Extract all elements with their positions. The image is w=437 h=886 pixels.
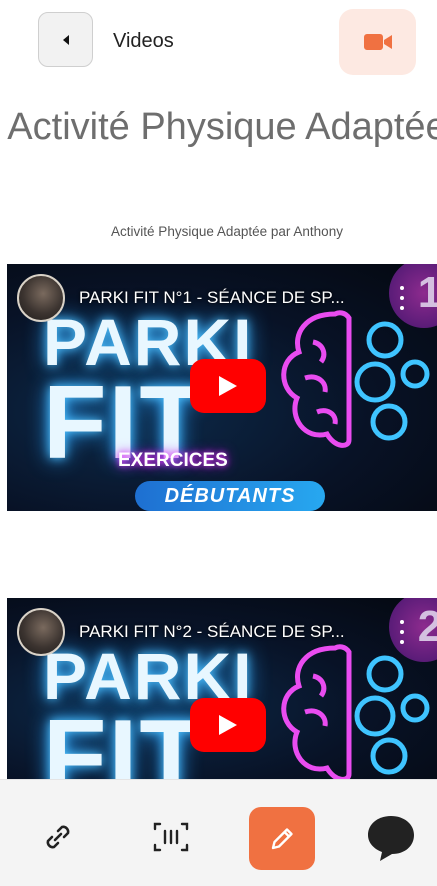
video-button[interactable] (339, 9, 416, 75)
channel-avatar[interactable] (17, 274, 65, 322)
more-options-icon[interactable] (399, 286, 405, 310)
play-icon (219, 715, 237, 735)
chat-icon (368, 816, 414, 861)
back-arrow-icon (62, 34, 69, 45)
video-title-2[interactable]: PARKI FIT N°2 - SÉANCE DE SP... (79, 622, 345, 642)
channel-avatar[interactable] (17, 608, 65, 656)
page-subtitle: Activité Physique Adaptée par Anthony (111, 224, 343, 239)
scan-button[interactable] (150, 817, 192, 857)
thumb-word-exercices: EXERCICES (118, 450, 228, 471)
brain-gears-graphic (281, 644, 430, 780)
thumb-word-fit: FIT (43, 699, 205, 780)
video-card-1[interactable]: PARKI FIT EXERCICES DÉBUTANTS PARKI FIT … (7, 264, 437, 511)
scan-icon (153, 822, 189, 852)
play-icon (219, 376, 237, 396)
video-title-1[interactable]: PARKI FIT N°1 - SÉANCE DE SP... (79, 288, 345, 308)
bottom-nav-bar (0, 779, 437, 886)
page: Videos Activité Physique Adaptée Activit… (0, 0, 437, 886)
page-title: Activité Physique Adaptée (7, 106, 437, 148)
header-title: Videos (113, 30, 174, 52)
video-card-2[interactable]: PARKI FIT PARKI FIT N°2 - SÉANCE DE SP..… (7, 598, 437, 780)
chat-button[interactable] (364, 810, 418, 866)
link-icon (46, 825, 70, 849)
edit-icon (271, 827, 293, 849)
link-button[interactable] (38, 817, 78, 857)
play-button[interactable] (190, 698, 266, 752)
video-camera-icon (363, 34, 392, 50)
more-options-icon[interactable] (399, 620, 405, 644)
brain-gears-graphic (281, 310, 430, 448)
edit-button[interactable] (249, 807, 315, 870)
play-button[interactable] (190, 359, 266, 413)
thumb-word-debutants: DÉBUTANTS (135, 481, 325, 511)
back-button[interactable] (38, 12, 93, 67)
